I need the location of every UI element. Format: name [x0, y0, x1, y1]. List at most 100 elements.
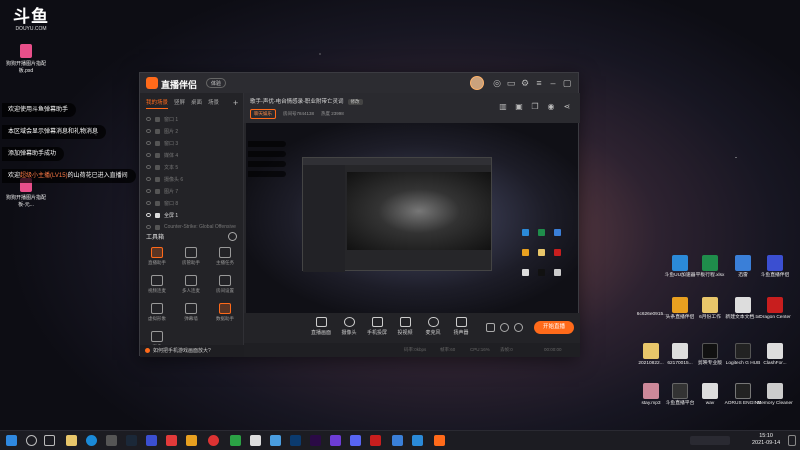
scene-item[interactable]: 窗口 3: [140, 137, 244, 149]
eye-icon[interactable]: [146, 225, 151, 229]
app-icon: [672, 255, 688, 271]
scene-list: 窗口 1 图片 2 窗口 3 媒体 4 文本 5 摄像头 6 图片 7 窗口 8…: [140, 113, 244, 233]
version-badge[interactable]: 体验: [206, 78, 227, 88]
scene-item[interactable]: 窗口 1: [140, 113, 244, 125]
live-companion-icon[interactable]: [434, 435, 445, 446]
app-icon[interactable]: [106, 435, 117, 446]
menu-icon[interactable]: ≡: [534, 78, 544, 88]
scene-item[interactable]: 图片 2: [140, 125, 244, 137]
phone-icon: [371, 317, 383, 327]
eye-icon[interactable]: [146, 201, 151, 205]
tool-button[interactable]: 视频连麦: [140, 275, 174, 294]
app-icon[interactable]: [270, 435, 281, 446]
clock[interactable]: 15:10 2021-09-14: [752, 433, 780, 447]
eye-icon[interactable]: [146, 177, 151, 181]
lock-icon[interactable]: ▣: [514, 102, 524, 112]
app-icon[interactable]: [370, 435, 381, 446]
eye-icon[interactable]: [146, 213, 151, 217]
microphone-button[interactable]: 麦克风: [418, 317, 448, 336]
scene-item[interactable]: 媒体 4: [140, 149, 244, 161]
desktop-icon[interactable]: Dragon Center: [756, 297, 794, 321]
search-icon[interactable]: [26, 435, 37, 446]
desktop-file[interactable]: 狗狗开播图片指配板.psd: [4, 44, 48, 74]
steam-icon[interactable]: [126, 435, 137, 446]
task-view-icon[interactable]: [44, 435, 55, 446]
photoshop-icon[interactable]: [290, 435, 301, 446]
chrome-icon[interactable]: [208, 435, 219, 446]
tab-scene[interactable]: 场景: [208, 97, 219, 109]
system-tray[interactable]: [690, 436, 730, 445]
toolbox-settings-icon[interactable]: [228, 232, 237, 241]
edit-title-button[interactable]: 修改: [347, 99, 363, 105]
start-live-button[interactable]: 开始直播: [534, 321, 574, 334]
app-icon[interactable]: [330, 435, 341, 446]
app-icon[interactable]: [412, 435, 423, 446]
help-notice[interactable]: 如何把手机游戏画面放大?: [140, 345, 244, 357]
settings-icon[interactable]: ⚙: [520, 78, 530, 88]
add-tab-button[interactable]: +: [233, 97, 238, 109]
wechat-icon[interactable]: [230, 435, 241, 446]
eye-icon[interactable]: [146, 165, 151, 169]
preview-desktop-icon: [538, 269, 545, 276]
eye-icon[interactable]: [146, 129, 151, 133]
scene-item[interactable]: 图片 7: [140, 185, 244, 197]
app-icon[interactable]: [166, 435, 177, 446]
screen-capture-button[interactable]: 直播画面: [306, 317, 336, 336]
scene-item[interactable]: 文本 5: [140, 161, 244, 173]
file-explorer-icon[interactable]: [66, 435, 77, 446]
tool-button[interactable]: 主播任务: [208, 247, 242, 266]
desktop-icon[interactable]: 斗鱼直播伴侣: [756, 255, 794, 279]
settings-icon[interactable]: [514, 323, 523, 332]
trash-icon[interactable]: ▥: [498, 102, 508, 112]
tool-icon: [151, 303, 163, 314]
phone-cast-button[interactable]: 手机投屏: [362, 317, 392, 336]
thunder-icon[interactable]: [392, 435, 403, 446]
source-icon: [155, 152, 160, 158]
source-icon: [155, 224, 160, 230]
minimize-icon[interactable]: –: [548, 78, 558, 88]
tool-button[interactable]: 房管助手: [174, 247, 208, 266]
scene-item[interactable]: 摄像头 6: [140, 173, 244, 185]
tab-my-scenes[interactable]: 我的场景: [146, 97, 169, 109]
premiere-icon[interactable]: [310, 435, 321, 446]
tool-button[interactable]: 数据助手: [208, 303, 242, 322]
record-icon[interactable]: [486, 323, 495, 332]
tool-button[interactable]: 直播助手: [140, 247, 174, 266]
tool-button[interactable]: 弹幕墙: [174, 303, 208, 322]
copy-icon[interactable]: ❐: [530, 102, 540, 112]
eye-icon[interactable]: [146, 117, 151, 121]
eye-icon[interactable]: [146, 189, 151, 193]
tab-vertical[interactable]: 竖屏: [174, 97, 185, 109]
stream-preview[interactable]: [246, 123, 578, 313]
eye-icon[interactable]: [146, 141, 151, 145]
speaker-button[interactable]: 扬声器: [446, 317, 476, 336]
app-icon[interactable]: [146, 435, 157, 446]
chat-bubble: 本区域会显示弹幕消息和礼物消息: [2, 125, 107, 139]
scene-tabs: 我的场景 竖屏 桌面 场景: [146, 97, 219, 109]
scene-item-selected[interactable]: 全屏 1: [140, 209, 244, 221]
video-cast-button[interactable]: 投视频: [390, 317, 420, 336]
notification-icon[interactable]: [788, 435, 796, 446]
shirt-icon[interactable]: ◎: [492, 78, 502, 88]
camera-button[interactable]: 摄像头: [334, 317, 364, 336]
discord-icon[interactable]: [350, 435, 361, 446]
maximize-icon[interactable]: ▢: [562, 78, 572, 88]
app-icon[interactable]: [186, 435, 197, 446]
scene-item[interactable]: 窗口 8: [140, 197, 244, 209]
monitor-icon[interactable]: ▭: [506, 78, 516, 88]
tool-button[interactable]: 虚拟形象: [140, 303, 174, 322]
edge-icon[interactable]: [86, 435, 97, 446]
eye-icon[interactable]: [146, 153, 151, 157]
share-icon[interactable]: ⋖: [562, 102, 572, 112]
notification-icon[interactable]: ◉: [546, 102, 556, 112]
user-avatar[interactable]: [470, 76, 484, 90]
category-tag[interactable]: 聊天娱乐: [250, 109, 276, 119]
tool-button[interactable]: 房间设置: [208, 275, 242, 294]
app-icon[interactable]: [250, 435, 261, 446]
desktop-icon[interactable]: Memory Cleaner: [756, 383, 794, 407]
eye-icon[interactable]: [500, 323, 509, 332]
windows-start-icon[interactable]: [6, 435, 17, 446]
tab-desktop[interactable]: 桌面: [191, 97, 202, 109]
desktop-icon[interactable]: ClashFor...: [756, 343, 794, 367]
tool-button[interactable]: 多人连麦: [174, 275, 208, 294]
